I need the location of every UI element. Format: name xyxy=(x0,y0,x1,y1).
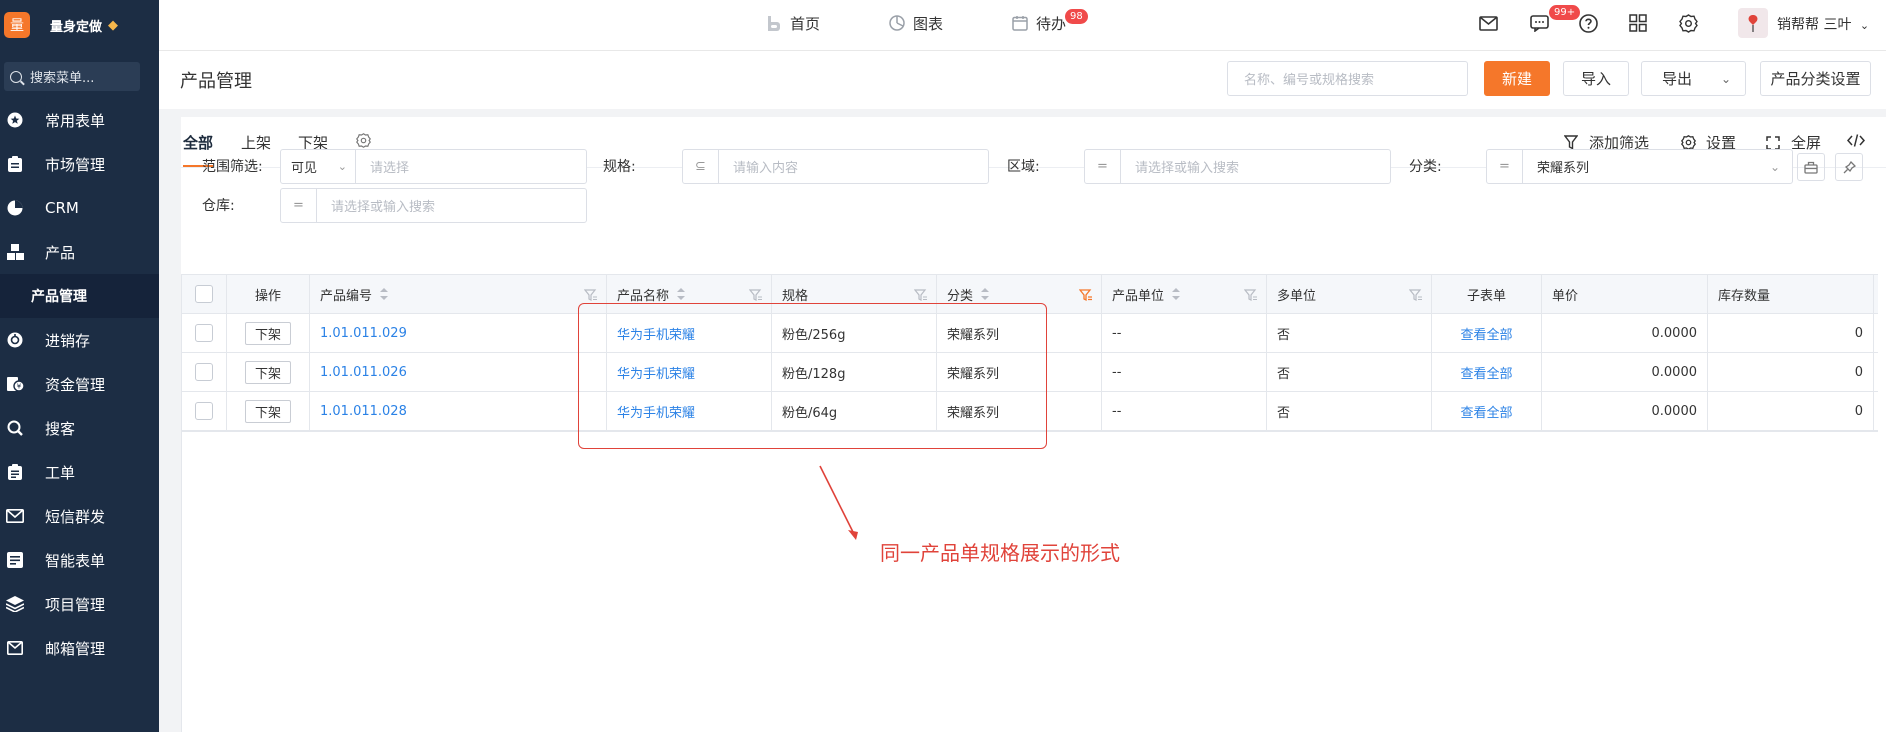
annotation-text: 同一产品单规格展示的形式 xyxy=(880,541,1120,565)
annotation-arrow xyxy=(819,465,858,540)
